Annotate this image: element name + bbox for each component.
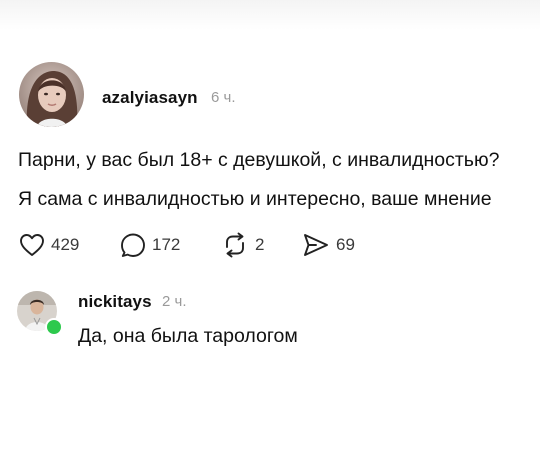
reply-button[interactable]: 172 [120,231,180,259]
like-count: 429 [51,235,80,254]
speech-bubble-icon [120,232,146,258]
post-text-line-2: Я сама с инвалидностью и интересно, ваше… [18,188,492,210]
share-count: 69 [336,235,355,254]
online-status-indicator [45,318,63,336]
repost-count: 2 [255,235,265,254]
repost-button[interactable]: 2 [221,231,264,259]
comment-text: Да, она была тарологом [78,325,298,347]
repost-arrows-icon [221,232,249,258]
post-author-name[interactable]: azalyiasayn [102,88,198,108]
post-timestamp: 6 ч. [211,89,236,106]
post-author-avatar[interactable] [19,62,84,127]
comment-author-name[interactable]: nickitays [78,292,152,312]
reply-count: 172 [152,235,181,254]
post-text-line-1: Парни, у вас был 18+ с девушкой, с инвал… [18,149,500,171]
thread-screen: azalyiasayn 6 ч. Парни, у вас был 18+ с … [0,0,540,461]
top-fade [0,0,540,30]
like-button[interactable]: 429 [19,231,79,259]
send-icon [302,232,330,258]
comment-timestamp: 2 ч. [162,293,187,310]
heart-icon [19,233,45,257]
share-button[interactable]: 69 [302,231,355,259]
